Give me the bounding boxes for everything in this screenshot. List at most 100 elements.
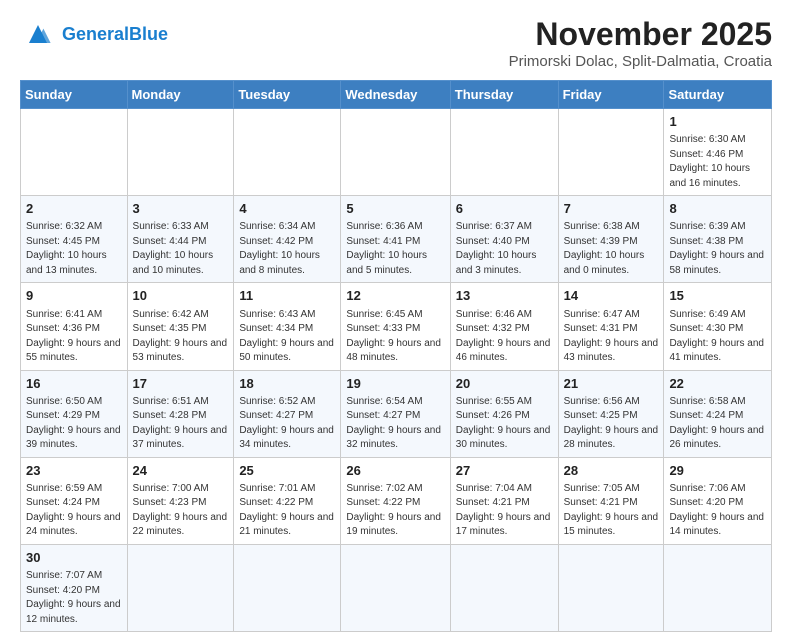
- day-number: 26: [346, 462, 444, 480]
- day-cell: 25 Sunrise: 7:01 AM Sunset: 4:22 PM Dayli…: [234, 457, 341, 544]
- day-cell: 18 Sunrise: 6:52 AM Sunset: 4:27 PM Dayli…: [234, 370, 341, 457]
- day-cell: [558, 109, 664, 196]
- month-title: November 2025: [509, 16, 772, 53]
- day-info: Sunrise: 6:41 AM Sunset: 4:36 PM Dayligh…: [26, 308, 122, 366]
- day-cell: 21 Sunrise: 6:56 AM Sunset: 4:25 PM Dayli…: [558, 370, 664, 457]
- logo: GeneralBlue: [20, 16, 168, 52]
- day-info: Sunrise: 6:33 AM Sunset: 4:44 PM Dayligh…: [133, 220, 229, 278]
- day-number: 25: [239, 462, 335, 480]
- day-cell: 22 Sunrise: 6:58 AM Sunset: 4:24 PM Dayli…: [664, 370, 772, 457]
- day-number: 17: [133, 375, 229, 393]
- day-cell: 28 Sunrise: 7:05 AM Sunset: 4:21 PM Dayli…: [558, 457, 664, 544]
- day-info: Sunrise: 6:56 AM Sunset: 4:25 PM Dayligh…: [564, 395, 659, 453]
- day-cell: 3 Sunrise: 6:33 AM Sunset: 4:44 PM Daylig…: [127, 196, 234, 283]
- day-number: 14: [564, 287, 659, 305]
- day-number: 10: [133, 287, 229, 305]
- day-cell: 27Sunrise: 7:04 AM Sunset: 4:21 PM Dayli…: [450, 457, 558, 544]
- week-row-5: 30Sunrise: 7:07 AM Sunset: 4:20 PM Dayli…: [21, 544, 772, 631]
- page: GeneralBlue November 2025 Primorski Dola…: [0, 0, 792, 642]
- logo-text: GeneralBlue: [62, 24, 168, 45]
- day-info: Sunrise: 6:49 AM Sunset: 4:30 PM Dayligh…: [669, 308, 766, 366]
- day-cell: [127, 109, 234, 196]
- day-info: Sunrise: 6:45 AM Sunset: 4:33 PM Dayligh…: [346, 308, 444, 366]
- day-cell: 10 Sunrise: 6:42 AM Sunset: 4:35 PM Dayli…: [127, 283, 234, 370]
- day-number: 15: [669, 287, 766, 305]
- week-row-2: 9 Sunrise: 6:41 AM Sunset: 4:36 PM Daylig…: [21, 283, 772, 370]
- day-cell: 30Sunrise: 7:07 AM Sunset: 4:20 PM Dayli…: [21, 544, 128, 631]
- weekday-header-row: SundayMondayTuesdayWednesdayThursdayFrid…: [21, 81, 772, 109]
- day-info: Sunrise: 6:55 AM Sunset: 4:26 PM Dayligh…: [456, 395, 553, 453]
- day-cell: 1Sunrise: 6:30 AM Sunset: 4:46 PM Daylig…: [664, 109, 772, 196]
- day-cell: 7Sunrise: 6:38 AM Sunset: 4:39 PM Daylig…: [558, 196, 664, 283]
- day-number: 11: [239, 287, 335, 305]
- day-number: 22: [669, 375, 766, 393]
- week-row-1: 2Sunrise: 6:32 AM Sunset: 4:45 PM Daylig…: [21, 196, 772, 283]
- day-cell: 6Sunrise: 6:37 AM Sunset: 4:40 PM Daylig…: [450, 196, 558, 283]
- day-number: 20: [456, 375, 553, 393]
- day-cell: 4Sunrise: 6:34 AM Sunset: 4:42 PM Daylig…: [234, 196, 341, 283]
- day-info: Sunrise: 7:05 AM Sunset: 4:21 PM Dayligh…: [564, 482, 659, 540]
- day-cell: [664, 544, 772, 631]
- logo-icon: [20, 16, 56, 52]
- day-info: Sunrise: 7:01 AM Sunset: 4:22 PM Dayligh…: [239, 482, 335, 540]
- day-cell: 29 Sunrise: 7:06 AM Sunset: 4:20 PM Dayli…: [664, 457, 772, 544]
- day-number: 8: [669, 200, 766, 218]
- day-number: 16: [26, 375, 122, 393]
- day-number: 29: [669, 462, 766, 480]
- day-cell: 13 Sunrise: 6:46 AM Sunset: 4:32 PM Dayli…: [450, 283, 558, 370]
- day-cell: 2Sunrise: 6:32 AM Sunset: 4:45 PM Daylig…: [21, 196, 128, 283]
- title-block: November 2025 Primorski Dolac, Split-Dal…: [509, 16, 772, 70]
- day-info: Sunrise: 6:39 AM Sunset: 4:38 PM Dayligh…: [669, 220, 766, 278]
- day-cell: 12Sunrise: 6:45 AM Sunset: 4:33 PM Dayli…: [341, 283, 450, 370]
- day-number: 21: [564, 375, 659, 393]
- day-number: 27: [456, 462, 553, 480]
- day-cell: [450, 109, 558, 196]
- day-number: 18: [239, 375, 335, 393]
- day-cell: 20 Sunrise: 6:55 AM Sunset: 4:26 PM Dayli…: [450, 370, 558, 457]
- day-cell: 14Sunrise: 6:47 AM Sunset: 4:31 PM Dayli…: [558, 283, 664, 370]
- day-cell: 5 Sunrise: 6:36 AM Sunset: 4:41 PM Daylig…: [341, 196, 450, 283]
- day-info: Sunrise: 6:32 AM Sunset: 4:45 PM Dayligh…: [26, 220, 122, 278]
- day-info: Sunrise: 6:59 AM Sunset: 4:24 PM Dayligh…: [26, 482, 122, 540]
- day-number: 9: [26, 287, 122, 305]
- day-number: 19: [346, 375, 444, 393]
- day-info: Sunrise: 6:36 AM Sunset: 4:41 PM Dayligh…: [346, 220, 444, 278]
- day-cell: [450, 544, 558, 631]
- day-info: Sunrise: 6:51 AM Sunset: 4:28 PM Dayligh…: [133, 395, 229, 453]
- week-row-4: 23 Sunrise: 6:59 AM Sunset: 4:24 PM Dayli…: [21, 457, 772, 544]
- day-cell: [558, 544, 664, 631]
- day-info: Sunrise: 6:34 AM Sunset: 4:42 PM Dayligh…: [239, 220, 335, 278]
- day-number: 3: [133, 200, 229, 218]
- calendar: SundayMondayTuesdayWednesdayThursdayFrid…: [20, 80, 772, 632]
- day-info: Sunrise: 6:58 AM Sunset: 4:24 PM Dayligh…: [669, 395, 766, 453]
- day-info: Sunrise: 6:52 AM Sunset: 4:27 PM Dayligh…: [239, 395, 335, 453]
- day-info: Sunrise: 7:02 AM Sunset: 4:22 PM Dayligh…: [346, 482, 444, 540]
- day-number: 7: [564, 200, 659, 218]
- day-cell: 8 Sunrise: 6:39 AM Sunset: 4:38 PM Daylig…: [664, 196, 772, 283]
- weekday-wednesday: Wednesday: [341, 81, 450, 109]
- day-info: Sunrise: 6:30 AM Sunset: 4:46 PM Dayligh…: [669, 133, 766, 191]
- day-cell: [234, 544, 341, 631]
- weekday-monday: Monday: [127, 81, 234, 109]
- day-info: Sunrise: 6:46 AM Sunset: 4:32 PM Dayligh…: [456, 308, 553, 366]
- day-number: 23: [26, 462, 122, 480]
- day-cell: 23 Sunrise: 6:59 AM Sunset: 4:24 PM Dayli…: [21, 457, 128, 544]
- weekday-friday: Friday: [558, 81, 664, 109]
- location-title: Primorski Dolac, Split-Dalmatia, Croatia: [509, 53, 772, 70]
- week-row-0: 1Sunrise: 6:30 AM Sunset: 4:46 PM Daylig…: [21, 109, 772, 196]
- weekday-saturday: Saturday: [664, 81, 772, 109]
- weekday-tuesday: Tuesday: [234, 81, 341, 109]
- day-number: 5: [346, 200, 444, 218]
- week-row-3: 16Sunrise: 6:50 AM Sunset: 4:29 PM Dayli…: [21, 370, 772, 457]
- header: GeneralBlue November 2025 Primorski Dola…: [20, 16, 772, 70]
- day-number: 13: [456, 287, 553, 305]
- day-number: 30: [26, 549, 122, 567]
- day-cell: 24Sunrise: 7:00 AM Sunset: 4:23 PM Dayli…: [127, 457, 234, 544]
- day-info: Sunrise: 6:42 AM Sunset: 4:35 PM Dayligh…: [133, 308, 229, 366]
- day-info: Sunrise: 6:54 AM Sunset: 4:27 PM Dayligh…: [346, 395, 444, 453]
- day-number: 28: [564, 462, 659, 480]
- day-info: Sunrise: 6:37 AM Sunset: 4:40 PM Dayligh…: [456, 220, 553, 278]
- day-info: Sunrise: 7:06 AM Sunset: 4:20 PM Dayligh…: [669, 482, 766, 540]
- day-cell: [234, 109, 341, 196]
- day-cell: [341, 544, 450, 631]
